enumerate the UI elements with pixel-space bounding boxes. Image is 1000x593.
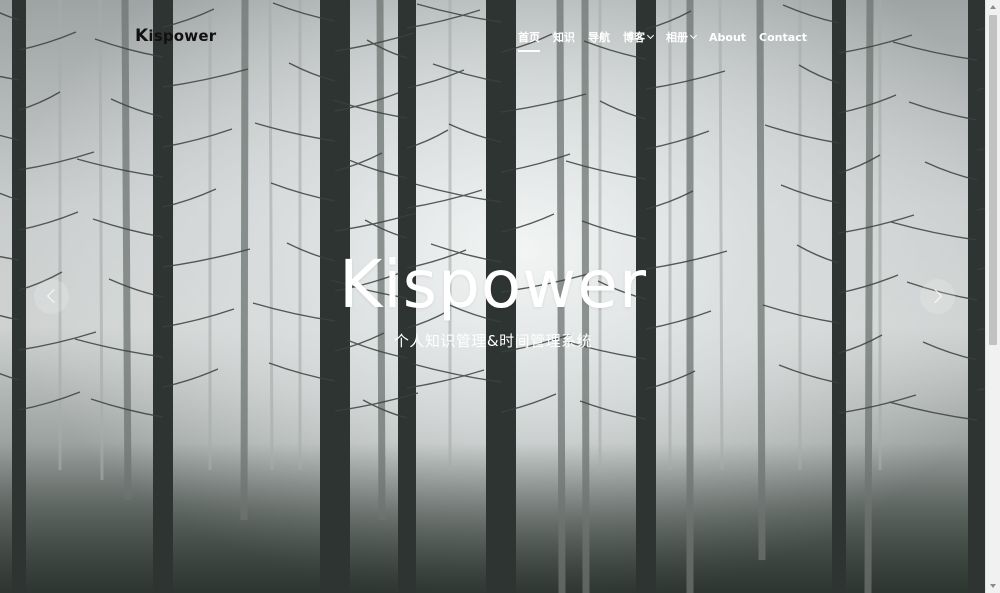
page: Kispower 首页 知识 导航 博客 相册 About Contact Ki… (0, 0, 1000, 593)
nav-label-contact: Contact (759, 30, 807, 44)
nav-label-home: 首页 (518, 31, 540, 44)
scrollbar-thumb[interactable] (989, 15, 997, 345)
nav-label-blog: 博客 (623, 31, 645, 44)
nav-label-about: About (709, 30, 747, 44)
nav-label-navigation: 导航 (588, 31, 610, 44)
nav-item-home[interactable]: 首页 (518, 29, 540, 52)
carousel-prev-button[interactable] (34, 279, 69, 314)
chevron-down-icon (646, 31, 655, 40)
chevron-down-icon (689, 31, 698, 40)
nav-item-navigation[interactable]: 导航 (588, 29, 610, 45)
nav-item-knowledge[interactable]: 知识 (553, 29, 575, 45)
nav-label-knowledge: 知识 (553, 31, 575, 44)
nav-item-about[interactable]: About (709, 31, 746, 44)
nav-item-blog[interactable]: 博客 (623, 29, 655, 45)
chevron-right-icon (927, 288, 943, 304)
chevron-left-icon (46, 288, 62, 304)
main-nav: 首页 知识 导航 博客 相册 About Contact (518, 29, 820, 52)
logo-rest: ispower (148, 27, 217, 45)
carousel-next-button[interactable] (920, 279, 955, 314)
logo-initial: K (135, 26, 149, 46)
nav-item-contact[interactable]: Contact (759, 31, 807, 44)
hero-title: Kispower (339, 246, 647, 323)
nav-item-album[interactable]: 相册 (666, 29, 698, 45)
site-logo[interactable]: Kispower (135, 26, 216, 46)
scroll-down-arrow-icon[interactable] (986, 579, 1000, 593)
hero-subtitle: 个人知识管理&时间管理系统 (393, 332, 593, 350)
nav-label-album: 相册 (666, 31, 688, 44)
vertical-scrollbar[interactable] (985, 0, 1000, 593)
scroll-up-arrow-icon[interactable] (986, 0, 1000, 14)
top-navbar: Kispower 首页 知识 导航 博客 相册 About Contact (0, 0, 986, 72)
